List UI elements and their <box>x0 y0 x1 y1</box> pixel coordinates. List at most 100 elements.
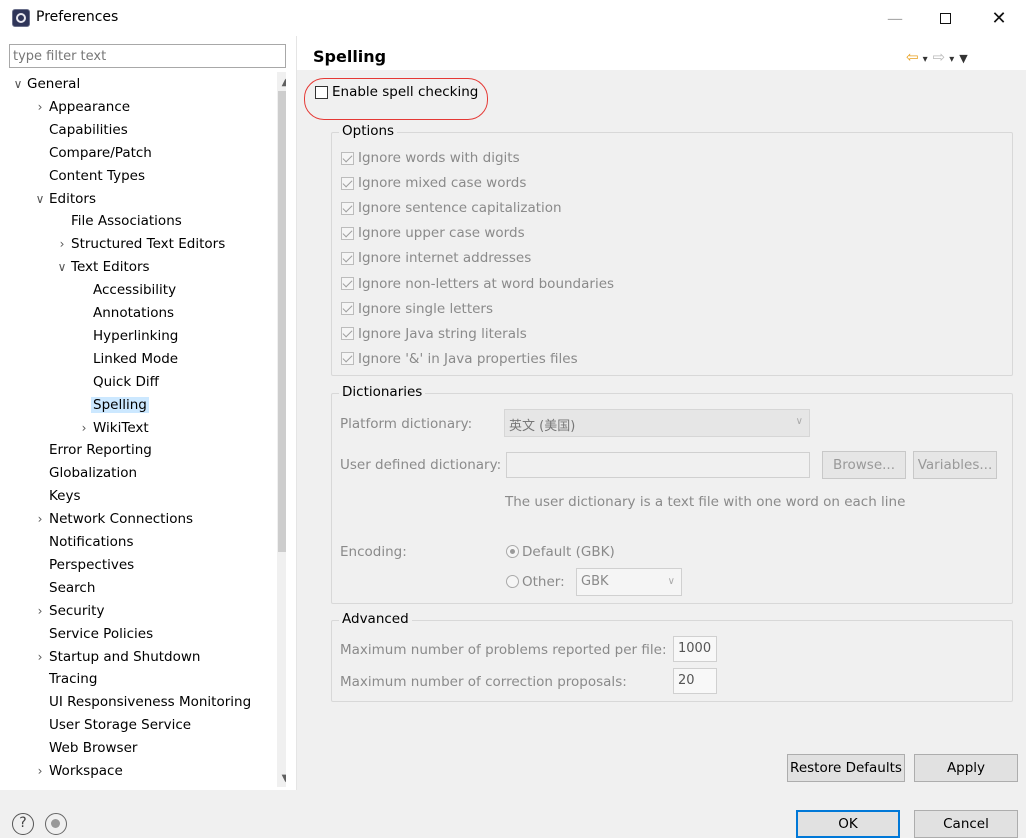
tree-item[interactable]: File Associations <box>55 210 184 233</box>
max-problems-input[interactable]: 1000 <box>673 636 717 662</box>
chevron-right-icon[interactable]: › <box>55 233 69 255</box>
tree-item-label: Network Connections <box>49 511 194 528</box>
scroll-thumb[interactable] <box>278 91 286 552</box>
tree-item[interactable]: › Structured Text Editors <box>55 233 227 256</box>
tree-item[interactable]: User Storage Service <box>33 714 193 737</box>
back-dropdown-icon[interactable]: ▾ <box>923 54 928 65</box>
tree-item-label: Perspectives <box>49 556 135 573</box>
user-dictionary-input[interactable] <box>506 452 810 478</box>
tree-item[interactable]: › WikiText <box>77 417 151 440</box>
tree-item[interactable]: ∨ Editors <box>33 188 98 211</box>
tree-scrollbar[interactable]: ▲ ▼ <box>277 72 286 787</box>
tree-item-label: File Associations <box>71 213 182 230</box>
tree-item[interactable]: Keys <box>33 485 83 508</box>
tree-item[interactable]: Spelling <box>77 394 149 417</box>
forward-arrow-icon[interactable]: ⇨ <box>933 48 946 66</box>
tree-item[interactable]: Perspectives <box>33 554 136 577</box>
option-checkbox[interactable]: Ignore upper case words <box>341 223 525 243</box>
filter-input[interactable] <box>9 44 286 68</box>
tree-item-label: Capabilities <box>49 121 128 138</box>
tree-item-label: Globalization <box>49 465 138 482</box>
option-checkbox[interactable]: Ignore single letters <box>341 299 493 319</box>
options-group: Options Ignore words with digits Ignore m… <box>331 123 1013 376</box>
tree-item[interactable]: › Security <box>33 600 106 623</box>
preferences-tree: › Workspace Web Browser User Storage Servic… <box>9 72 286 787</box>
history-nav: ⇦ ▾ ⇨ ▾ ▼ <box>906 48 968 66</box>
tree-item[interactable]: Capabilities <box>33 119 130 142</box>
tree-item[interactable]: Search <box>33 577 97 600</box>
chevron-right-icon[interactable]: › <box>33 760 47 782</box>
minimize-button[interactable]: — <box>872 0 918 36</box>
tree-item-label: Search <box>49 579 96 596</box>
max-corrections-input[interactable]: 20 <box>673 668 717 694</box>
option-checkbox[interactable]: Ignore internet addresses <box>341 248 531 268</box>
tree-item[interactable]: › Workspace <box>33 760 125 783</box>
tree-item[interactable]: Annotations <box>77 302 176 325</box>
option-checkbox[interactable]: Ignore '&' in Java properties files <box>341 349 578 369</box>
tree-item-label: Error Reporting <box>49 442 152 459</box>
option-checkbox[interactable]: Ignore words with digits <box>341 148 520 168</box>
option-label: Ignore words with digits <box>358 150 520 166</box>
tree-item[interactable]: Compare/Patch <box>33 142 154 165</box>
tree-item[interactable]: Hyperlinking <box>77 325 180 348</box>
tree-item[interactable]: ∨ General <box>11 73 82 96</box>
tree-item[interactable]: › Appearance <box>33 96 132 119</box>
other-encoding-combo[interactable]: GBK ∨ <box>576 568 682 596</box>
chevron-right-icon[interactable]: › <box>33 600 47 622</box>
tree-item-label: Service Policies <box>49 625 154 642</box>
view-menu-icon[interactable]: ▼ <box>959 52 967 65</box>
tree-item[interactable]: Accessibility <box>77 279 178 302</box>
tree-item-label: Keys <box>49 488 81 505</box>
option-checkbox[interactable]: Ignore sentence capitalization <box>341 198 562 218</box>
cancel-button[interactable]: Cancel <box>914 810 1018 838</box>
tree-item-label: Content Types <box>49 167 146 184</box>
help-icon[interactable]: ? <box>12 813 34 835</box>
chevron-right-icon[interactable]: › <box>33 508 47 530</box>
chevron-down-icon[interactable]: ∨ <box>11 73 25 95</box>
chevron-right-icon[interactable]: › <box>33 96 47 118</box>
tree-item[interactable]: Tracing <box>33 668 99 691</box>
platform-dictionary-select[interactable]: 英文 (美国) ∨ <box>504 409 810 437</box>
chevron-right-icon[interactable]: › <box>77 417 91 439</box>
forward-dropdown-icon[interactable]: ▾ <box>949 54 954 65</box>
tree-item[interactable]: Web Browser <box>33 737 139 760</box>
tree-item[interactable]: Globalization <box>33 462 139 485</box>
tree-item[interactable]: ∨ Text Editors <box>55 256 152 279</box>
checkbox-checked-icon <box>341 176 354 190</box>
chevron-right-icon[interactable]: › <box>33 646 47 668</box>
checkbox-unchecked[interactable] <box>315 85 328 99</box>
chevron-down-icon[interactable]: ∨ <box>55 256 69 278</box>
scroll-down-icon[interactable]: ▼ <box>277 770 286 787</box>
option-checkbox[interactable]: Ignore Java string literals <box>341 324 527 344</box>
scroll-up-icon[interactable]: ▲ <box>277 74 286 91</box>
default-encoding-radio[interactable]: Default (GBK) <box>506 544 615 560</box>
other-encoding-value: GBK <box>581 574 609 589</box>
variables-button[interactable]: Variables... <box>913 451 997 479</box>
tree-item[interactable]: › Network Connections <box>33 508 195 531</box>
maximize-button[interactable] <box>922 0 968 36</box>
back-arrow-icon[interactable]: ⇦ <box>906 48 919 66</box>
enable-spell-checkbox[interactable]: Enable spell checking <box>315 84 478 100</box>
other-encoding-radio[interactable]: Other: <box>506 574 565 590</box>
ok-button[interactable]: OK <box>796 810 900 838</box>
chevron-down-icon[interactable]: ∨ <box>33 188 47 210</box>
tree-item[interactable]: Notifications <box>33 531 136 554</box>
tree-item[interactable]: Error Reporting <box>33 439 154 462</box>
tree-item[interactable]: Content Types <box>33 165 147 188</box>
option-checkbox[interactable]: Ignore non-letters at word boundaries <box>341 274 614 294</box>
advanced-title: Advanced <box>339 611 412 627</box>
tree-item[interactable]: Service Policies <box>33 623 155 646</box>
close-button[interactable]: ✕ <box>976 0 1022 36</box>
option-label: Ignore upper case words <box>358 225 525 242</box>
apply-button[interactable]: Apply <box>914 754 1018 782</box>
tree-item[interactable]: Quick Diff <box>77 371 161 394</box>
browse-button[interactable]: Browse... <box>822 451 906 479</box>
option-checkbox[interactable]: Ignore mixed case words <box>341 173 526 193</box>
tree-item[interactable]: › Startup and Shutdown <box>33 646 203 669</box>
tree-item-label: Linked Mode <box>93 350 179 367</box>
tree-item[interactable]: Linked Mode <box>77 348 180 371</box>
tree-item[interactable]: UI Responsiveness Monitoring <box>33 691 253 714</box>
restore-defaults-button[interactable]: Restore Defaults <box>787 754 905 782</box>
max-corrections-label: Maximum number of correction proposals: <box>340 674 627 690</box>
import-export-icon[interactable] <box>45 813 67 835</box>
